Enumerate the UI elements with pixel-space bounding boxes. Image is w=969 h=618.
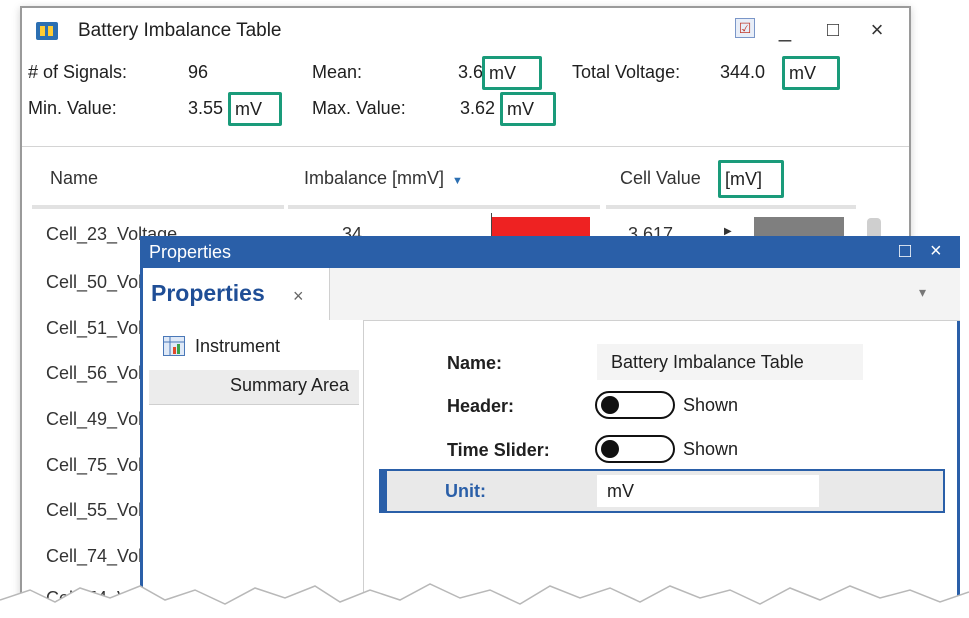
- summary-area: # of Signals: 96 Min. Value: 3.55 mV Mea…: [22, 56, 909, 140]
- name-label: Name:: [447, 353, 503, 373]
- time-slider-label: Time Slider:: [447, 440, 550, 460]
- unit-row: Unit:: [379, 469, 945, 513]
- name-value: Battery Imbalance Table: [611, 352, 804, 372]
- torn-edge: [0, 583, 969, 618]
- total-voltage-label: Total Voltage:: [572, 62, 681, 82]
- mean-value: 3.6: [458, 62, 484, 82]
- header-label: Header:: [447, 396, 515, 416]
- close-button[interactable]: ×: [930, 240, 942, 263]
- title-bar: Battery Imbalance Table ☑ _ □ ×: [22, 8, 909, 52]
- max-unit-highlight: mV: [500, 92, 556, 126]
- tab-label: Properties: [151, 280, 265, 306]
- time-slider-value: Shown: [683, 439, 739, 459]
- overflow-menu-icon[interactable]: ▾: [919, 284, 926, 301]
- imbalance-header-label: Imbalance [mmV]: [304, 168, 445, 188]
- sort-desc-icon: ▼: [452, 175, 463, 187]
- min-label: Min. Value:: [28, 98, 117, 118]
- total-voltage-value: 344.0: [720, 62, 766, 82]
- tree-item-instrument[interactable]: Instrument: [195, 336, 280, 357]
- name-field[interactable]: Battery Imbalance Table: [597, 344, 863, 380]
- min-value: 3.55: [188, 98, 224, 118]
- column-divider: [288, 205, 600, 209]
- maximize-button[interactable]: □: [899, 240, 911, 263]
- tree-item-summary-area[interactable]: Summary Area: [149, 370, 359, 405]
- cell-unit-highlight: [mV]: [718, 160, 784, 198]
- tree-item-label: Summary Area: [229, 375, 349, 395]
- mean-label: Mean:: [312, 62, 363, 82]
- signals-label: # of Signals:: [28, 62, 128, 82]
- column-header-imbalance[interactable]: Imbalance [mmV] ▼: [304, 168, 463, 189]
- tab-strip: Properties × ▾: [143, 268, 960, 321]
- column-header-name[interactable]: Name: [50, 168, 98, 189]
- column-divider: [606, 205, 856, 209]
- battery-app-icon: [36, 22, 58, 40]
- summary-divider: [22, 146, 909, 147]
- signals-value: 96: [188, 62, 209, 82]
- instrument-icon: [163, 336, 185, 356]
- maximize-button[interactable]: □: [818, 16, 848, 44]
- header-toggle[interactable]: [595, 391, 675, 419]
- selection-accent: [379, 469, 387, 513]
- mean-unit-highlight: mV: [482, 56, 542, 90]
- max-label: Max. Value:: [312, 98, 406, 118]
- checklist-icon[interactable]: ☑: [735, 18, 755, 38]
- column-divider: [32, 205, 284, 209]
- max-value: 3.62: [460, 98, 496, 118]
- properties-title-bar: Properties □ ×: [143, 236, 960, 268]
- tab-properties[interactable]: Properties ×: [143, 268, 330, 320]
- min-unit-highlight: mV: [228, 92, 282, 126]
- total-unit-highlight: mV: [782, 56, 840, 90]
- close-button[interactable]: ×: [862, 16, 892, 44]
- minimize-button[interactable]: _: [770, 16, 800, 44]
- unit-input[interactable]: [597, 475, 819, 507]
- time-slider-toggle[interactable]: [595, 435, 675, 463]
- column-header-cell-value[interactable]: Cell Value: [620, 168, 701, 189]
- close-tab-icon[interactable]: ×: [293, 286, 304, 307]
- properties-title: Properties: [149, 242, 232, 262]
- header-value: Shown: [683, 395, 739, 415]
- window-title: Battery Imbalance Table: [78, 20, 282, 41]
- unit-label: Unit:: [445, 481, 486, 501]
